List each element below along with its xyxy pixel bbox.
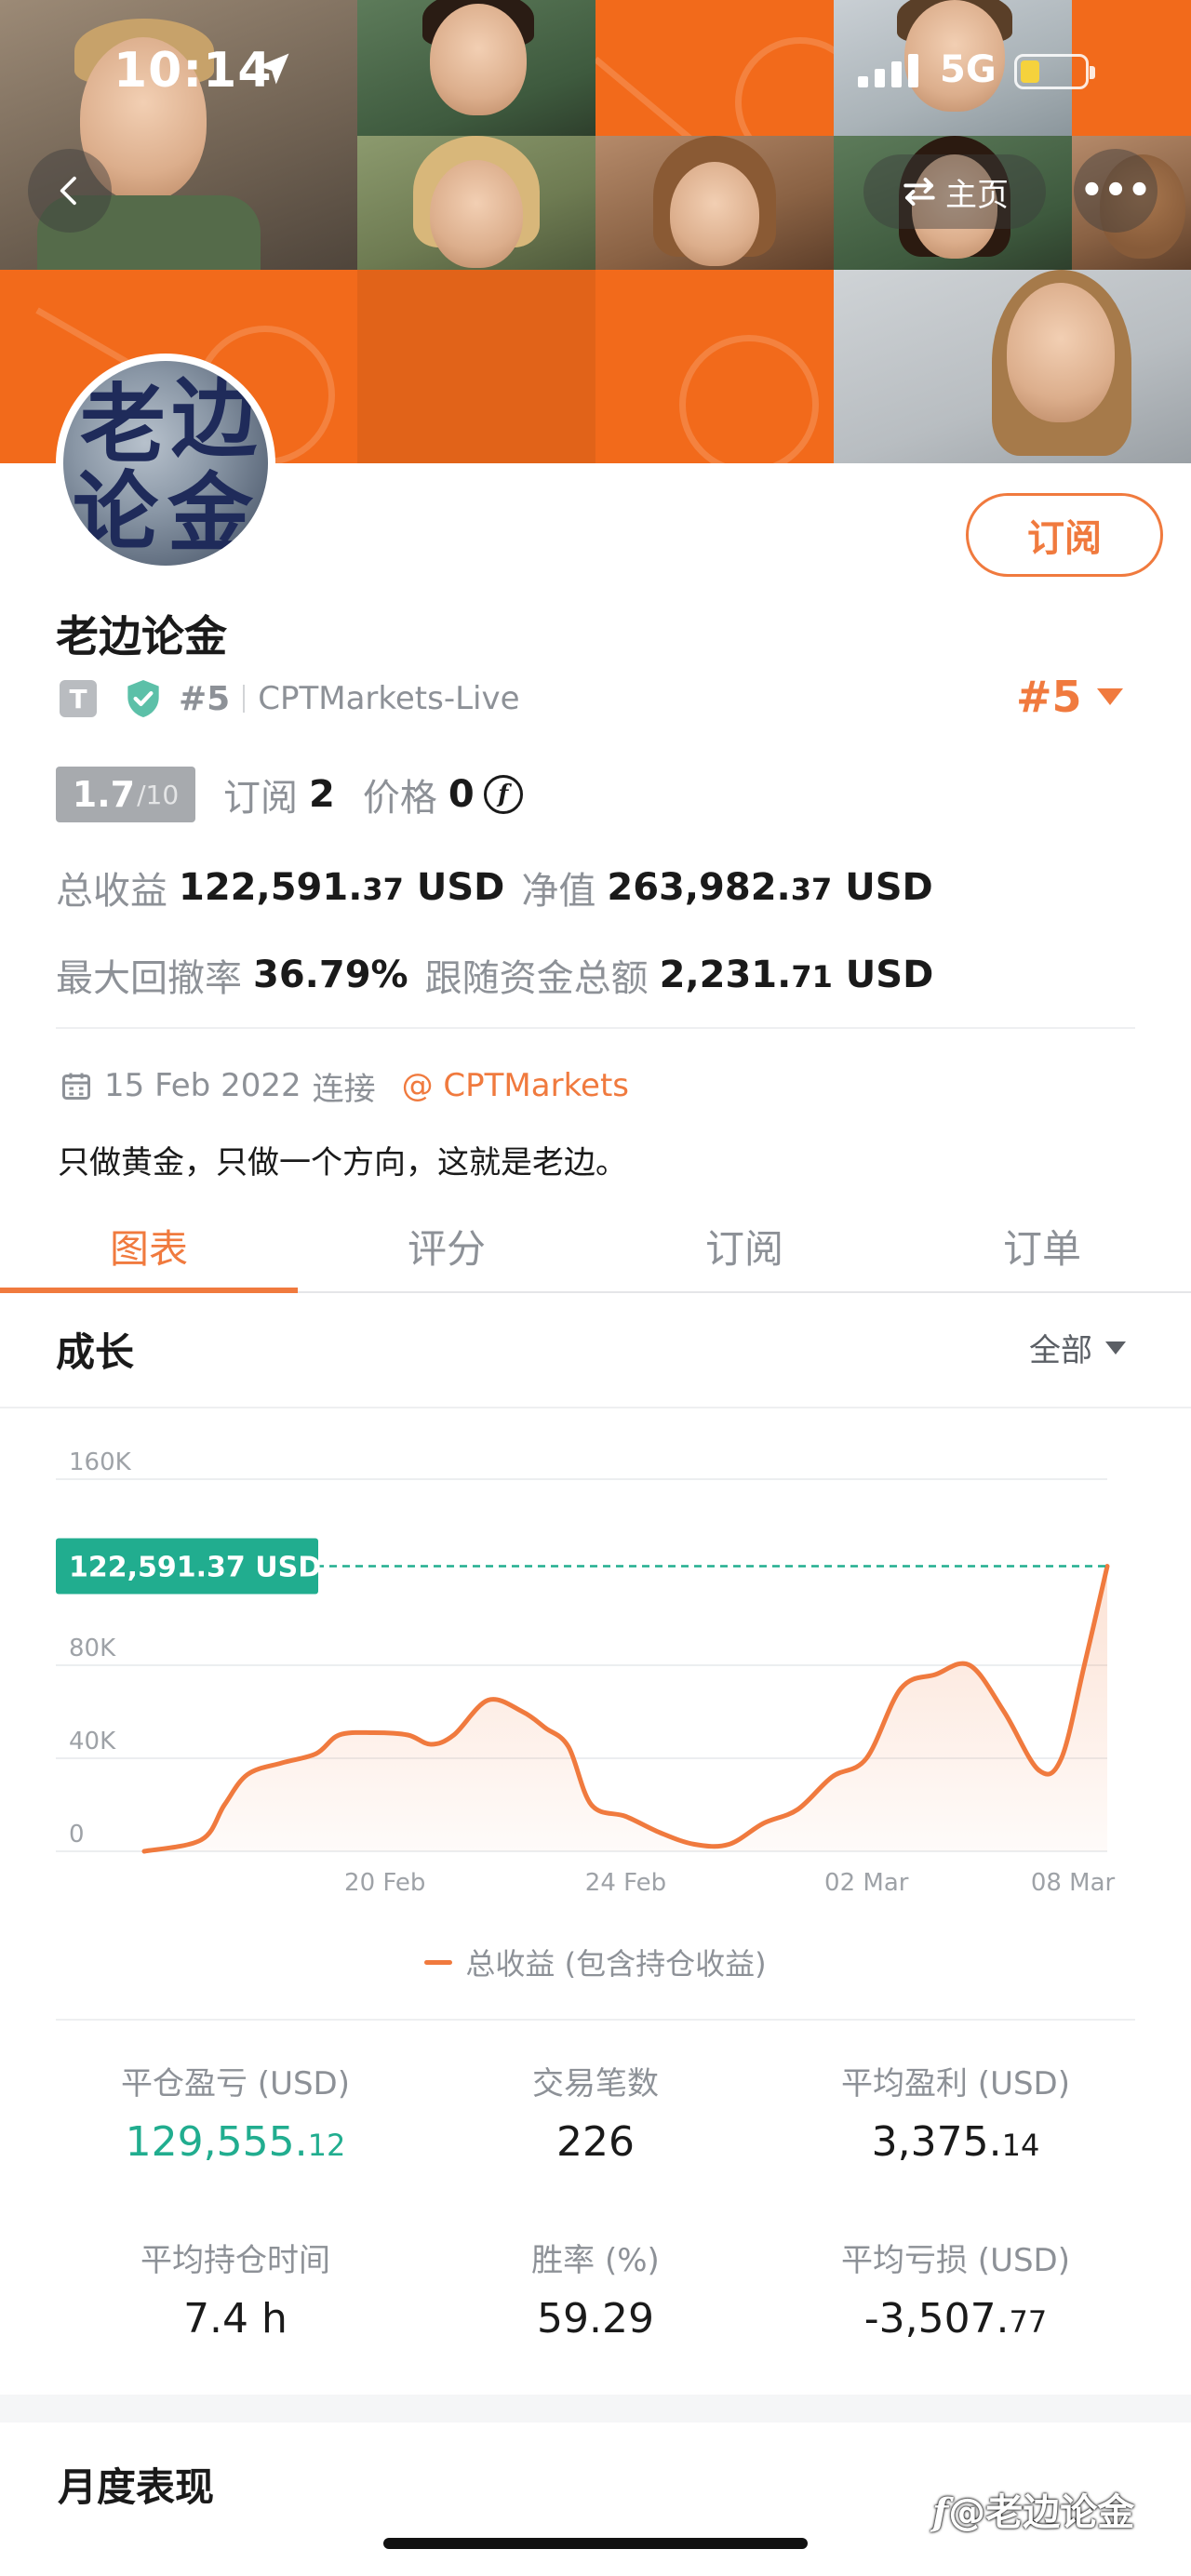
max-drawdown-label: 最大回撤率 [56,957,242,1000]
tab-bar: 图表 评分 订阅 订单 [0,1200,1191,1293]
profile-name: 老边论金 [56,611,227,661]
banner-tile-orange [357,270,596,463]
avatar-char-2: 边 [171,368,258,469]
metric-trade-count: 交易笔数 226 [532,2065,659,2166]
tab-rating[interactable]: 评分 [298,1200,596,1291]
y-tick-label-3: 160K [69,1448,132,1476]
subscribe-count-label: 订阅 [223,777,298,820]
broker-link[interactable]: @ CPTMarkets [402,1067,629,1104]
section-title-growth: 成长 [56,1329,135,1375]
chevron-left-icon [60,176,76,206]
range-filter-label: 全部 [1029,1332,1092,1369]
avatar-char-3: 论 [73,461,159,562]
join-info: 15 Feb 2022 连接 @ CPTMarkets [60,1062,629,1109]
watermark-icon: f [932,2490,949,2534]
section-title-monthly: 月度表现 [58,2464,215,2510]
rank-label: #5 [179,679,231,718]
location-arrow-icon [258,53,289,85]
divider [0,1407,1191,1408]
calendar-icon [62,1073,90,1100]
avatar-char-1: 老 [80,374,167,474]
profile-badges: T #5 CPTMarkets-Live [60,675,520,722]
watermark-text: @老边论金 [948,2491,1135,2534]
y-tick-label-0: 0 [69,1821,85,1849]
metric-avg-hold-time: 平均持仓时间 7.4 h [141,2242,330,2342]
profit-row: 总收益 122,591.37 USD 净值 263,982.37 USD [56,860,950,915]
watermark: f@老边论金 [932,2482,1134,2536]
drawdown-row: 最大回撤率 36.79% 跟随资金总额 2,231.71 USD [56,947,950,1003]
caret-down-icon [1105,1341,1126,1355]
section-gap [0,2395,1191,2423]
price-label: 价格 [362,777,437,820]
metric-win-rate: 胜率 (%) 59.29 [531,2242,660,2342]
follow-funds-label: 跟随资金总额 [424,957,649,1000]
verified-shield-icon [127,680,159,717]
profile-bio: 只做黄金，只做一个方向，这就是老边。 [58,1144,627,1181]
cellular-signal-icon [858,54,918,87]
chart-x-ticks: 20 Feb 24 Feb 02 Mar 08 Mar [344,1869,1115,1897]
battery-icon [1014,54,1095,89]
metric-closed-pnl: 平仓盈亏 (USD) 129,555.12 [121,2065,350,2166]
divider [243,685,246,713]
rank-dropdown[interactable]: #5 [1016,672,1123,722]
chart-reference-label: 122,591.37 USD [69,1552,321,1584]
divider [56,1027,1135,1029]
range-filter-dropdown[interactable]: 全部 [1029,1325,1126,1370]
x-tick-label-1: 24 Feb [585,1869,666,1897]
divider [56,2019,1135,2021]
score-badge: 1.7 /10 [56,767,195,822]
broker-name: CPTMarkets-Live [258,680,520,717]
score-value: 1.7 [72,774,136,815]
coin-icon: f [483,775,523,814]
status-bar: 10:14 5G [0,37,1191,102]
tab-subscribe[interactable]: 订阅 [596,1200,893,1291]
home-button-label: 主页 [945,176,1009,214]
avatar[interactable]: 老 边 论 金 [56,354,275,573]
legend-label: 总收益 (包含持仓收益) [465,1946,767,1982]
avatar-char-4: 金 [167,463,254,564]
x-tick-label-3: 08 Mar [1031,1869,1116,1897]
banner-photo-5 [596,136,834,270]
subscribe-button[interactable]: 订阅 [966,493,1163,577]
price-value: 0 [448,773,475,816]
home-button[interactable]: 主页 [863,154,1046,229]
back-button[interactable] [28,149,112,233]
growth-chart: 0 40K 80K 160K 20 Feb 24 Feb 02 Mar 08 Mar 122… [56,1448,1116,1897]
tab-orders[interactable]: 订单 [893,1200,1191,1291]
chart-legend[interactable]: 总收益 (包含持仓收益) [0,1941,1191,1983]
more-dots-icon: ••• [1079,169,1152,212]
chart-series-area [144,1566,1107,1851]
metric-avg-loss: 平均亏损 (USD) -3,507.77 [841,2242,1070,2342]
banner-photo-8 [834,270,1191,463]
equity-label: 净值 [521,870,596,913]
network-type: 5G [940,48,997,91]
score-denominator: /10 [137,779,180,810]
more-button[interactable]: ••• [1074,149,1158,233]
total-profit-label: 总收益 [56,870,167,913]
banner-photo-4 [357,136,596,270]
swap-arrows-icon [903,177,935,207]
home-indicator[interactable] [383,2538,808,2549]
legend-swatch [424,1959,453,1965]
rank-dropdown-label: #5 [1016,672,1082,722]
x-tick-label-2: 02 Mar [824,1869,909,1897]
score-row: 1.7 /10 订阅 2 价格 0 f [56,767,523,822]
joined-date: 15 Feb 2022 [104,1067,301,1104]
t-badge: T [60,680,97,717]
tab-chart[interactable]: 图表 [0,1200,298,1293]
banner-tile-orange [596,270,834,463]
max-drawdown-value: 36.79% [253,954,408,996]
subscribe-count: 2 [309,773,335,816]
follow-funds-value: 2,231.71 USD [659,954,934,996]
equity-value: 263,982.37 USD [607,866,933,909]
y-tick-label-1: 40K [69,1728,116,1755]
status-time: 10:14 [114,43,273,99]
total-profit-value: 122,591.37 USD [179,866,505,909]
x-tick-label-0: 20 Feb [344,1869,425,1897]
y-tick-label-2: 80K [69,1635,116,1662]
caret-down-icon [1096,688,1123,705]
chart-y-ticks: 0 40K 80K 160K [69,1448,132,1849]
joined-label: 连接 [312,1070,376,1108]
metric-avg-profit: 平均盈利 (USD) 3,375.14 [841,2065,1070,2166]
